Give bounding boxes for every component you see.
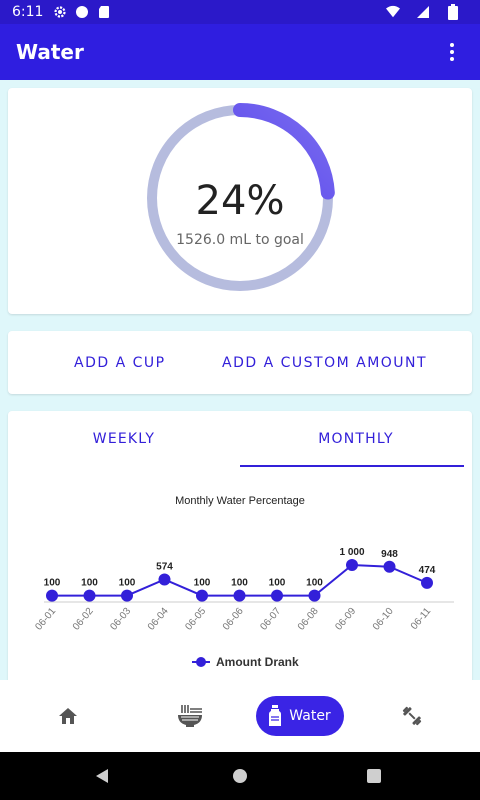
- period-tabs: WEEKLY MONTHLY: [8, 411, 472, 467]
- data-label: 574: [156, 561, 173, 572]
- home-icon: [59, 708, 77, 724]
- x-tick-label: 06-08: [296, 606, 321, 633]
- status-bar: 6:11: [0, 0, 480, 24]
- progress-percent: 24%: [195, 178, 285, 224]
- x-tick-label: 06-09: [333, 606, 358, 633]
- data-point: [233, 589, 246, 602]
- data-label: 474: [419, 565, 436, 576]
- data-label: 100: [194, 578, 211, 589]
- chart-title: Monthly Water Percentage: [175, 495, 305, 507]
- dumbbell-icon: [402, 706, 422, 726]
- settings-icon: [53, 5, 67, 19]
- bottom-nav: Water: [0, 680, 480, 752]
- nav-water-label: Water: [289, 708, 331, 724]
- tab-monthly[interactable]: MONTHLY: [240, 411, 472, 467]
- data-point: [308, 589, 321, 602]
- wifi-icon: [386, 5, 400, 19]
- signal-icon: [416, 5, 430, 19]
- data-point: [421, 576, 433, 589]
- data-label: 100: [231, 578, 248, 589]
- home-button-icon[interactable]: [233, 769, 247, 783]
- page-title: Water: [16, 40, 84, 64]
- legend-label: Amount Drank: [216, 655, 299, 669]
- goal-remaining: 1526.0 mL to goal: [176, 232, 304, 248]
- data-label: 100: [269, 578, 286, 589]
- data-point: [158, 573, 171, 586]
- nav-fitness[interactable]: [394, 696, 430, 736]
- nav-water[interactable]: Water: [256, 696, 344, 736]
- overflow-menu-icon[interactable]: [440, 40, 464, 64]
- x-tick-label: 06-10: [371, 606, 396, 633]
- ramen-icon: [178, 705, 202, 727]
- data-label: 100: [306, 578, 323, 589]
- data-label: 1 000: [339, 547, 364, 558]
- legend-marker: [192, 657, 210, 667]
- data-label: 948: [381, 549, 398, 560]
- stats-card: WEEKLY MONTHLY Monthly Water Percentage …: [8, 411, 472, 691]
- data-label: 100: [81, 578, 98, 589]
- back-icon[interactable]: [96, 769, 108, 783]
- x-tick-label: 06-03: [108, 606, 133, 633]
- status-time: 6:11: [12, 4, 44, 20]
- nav-food[interactable]: [172, 696, 208, 736]
- actions-card: ADD A CUP ADD A CUSTOM AMOUNT: [8, 331, 472, 394]
- progress-card: 24% 1526.0 mL to goal: [8, 88, 472, 314]
- data-point: [271, 589, 283, 602]
- data-point: [46, 589, 58, 602]
- add-custom-amount-button[interactable]: ADD A CUSTOM AMOUNT: [222, 331, 427, 394]
- data-point: [83, 589, 96, 602]
- x-tick-label: 06-06: [221, 606, 246, 633]
- data-point: [346, 559, 358, 571]
- x-tick-label: 06-07: [258, 606, 283, 633]
- data-label: 100: [119, 578, 136, 589]
- system-nav-bar: [0, 752, 480, 800]
- water-line-chart: 100 06-01 100 06-02 100 06-03 574 06-04 100 06-05…: [33, 547, 454, 633]
- app-bar: Water: [0, 24, 480, 80]
- recents-icon[interactable]: [367, 769, 381, 783]
- x-tick-label: 06-02: [71, 606, 96, 633]
- tab-weekly[interactable]: WEEKLY: [8, 411, 240, 467]
- add-cup-button[interactable]: ADD A CUP: [74, 331, 166, 394]
- x-tick-label: 06-11: [409, 606, 434, 632]
- circle-icon: [75, 5, 89, 19]
- data-point: [196, 589, 208, 602]
- battery-icon: [446, 4, 460, 20]
- nav-home[interactable]: [52, 696, 84, 736]
- x-tick-label: 06-01: [33, 606, 58, 633]
- data-point: [383, 560, 396, 573]
- sd-card-icon: [97, 5, 111, 19]
- data-label: 100: [44, 578, 61, 589]
- chart-legend: Amount Drank: [192, 655, 299, 669]
- bottle-icon: [269, 705, 282, 726]
- data-point: [121, 589, 133, 602]
- x-tick-label: 06-05: [183, 606, 208, 633]
- x-tick-label: 06-04: [146, 606, 171, 633]
